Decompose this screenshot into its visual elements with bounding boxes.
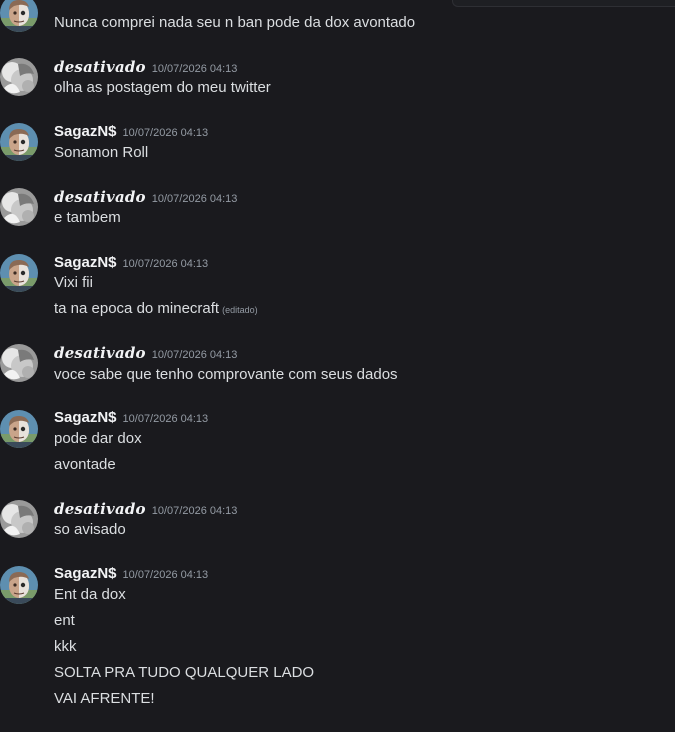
avatar-image xyxy=(0,58,38,96)
avatar[interactable] xyxy=(0,0,38,32)
message-header: SagazN$ 10/07/2026 04:13 xyxy=(54,409,208,429)
avatar[interactable] xyxy=(0,344,38,382)
message-header: desativado 10/07/2026 04:13 xyxy=(54,500,237,520)
message-text: olha as postagem do meu twitter xyxy=(54,79,271,96)
message-header: SagazN$ 10/07/2026 04:13 xyxy=(54,565,208,585)
avatar[interactable] xyxy=(0,566,38,604)
message-text: voce sabe que tenho comprovante com seus… xyxy=(54,366,398,383)
username[interactable]: SagazN$ xyxy=(54,254,117,271)
avatar-image xyxy=(0,566,38,604)
avatar[interactable] xyxy=(0,123,38,161)
edited-label: (editado) xyxy=(222,305,258,315)
username[interactable]: desativado xyxy=(54,58,146,76)
avatar-image xyxy=(0,123,38,161)
avatar[interactable] xyxy=(0,58,38,96)
timestamp: 10/07/2026 04:13 xyxy=(122,569,209,581)
avatar[interactable] xyxy=(0,410,38,448)
message-header: desativado 10/07/2026 04:13 xyxy=(54,344,237,364)
message-text: kkk xyxy=(54,638,77,655)
avatar[interactable] xyxy=(0,254,38,292)
username[interactable]: desativado xyxy=(54,188,146,206)
message-text: VAI AFRENTE! xyxy=(54,690,155,707)
timestamp: 10/07/2026 04:13 xyxy=(151,505,238,517)
message-text: Ent da dox xyxy=(54,586,126,603)
message-text: so avisado xyxy=(54,521,126,538)
username[interactable]: SagazN$ xyxy=(54,565,117,582)
top-bar xyxy=(0,0,675,8)
message-header: SagazN$ 10/07/2026 04:13 xyxy=(54,123,208,143)
message-text: ent xyxy=(54,612,75,629)
timestamp: 10/07/2026 04:13 xyxy=(122,258,209,270)
avatar-image xyxy=(0,254,38,292)
message-text: e tambem xyxy=(54,209,121,226)
username[interactable]: SagazN$ xyxy=(54,123,117,140)
avatar-image xyxy=(0,410,38,448)
avatar-image xyxy=(0,188,38,226)
avatar[interactable] xyxy=(0,188,38,226)
avatar-image xyxy=(0,344,38,382)
timestamp: 10/07/2026 04:13 xyxy=(151,349,238,361)
message-text: Vixi fii xyxy=(54,274,93,291)
avatar-image xyxy=(0,500,38,538)
username[interactable]: desativado xyxy=(54,344,146,362)
avatar-image xyxy=(0,0,38,32)
message-text: avontade xyxy=(54,456,116,473)
timestamp: 10/07/2026 04:13 xyxy=(151,63,238,75)
message-header: desativado 10/07/2026 04:13 xyxy=(54,58,237,78)
message-text: pode dar dox xyxy=(54,430,142,447)
message-text: Nunca comprei nada seu n ban pode da dox… xyxy=(54,14,416,31)
composer-edge xyxy=(452,0,675,7)
message-text-content: ta na epoca do minecraft xyxy=(54,300,220,317)
message-text: SOLTA PRA TUDO QUALQUER LADO xyxy=(54,664,315,681)
username[interactable]: desativado xyxy=(54,500,146,518)
message-header: desativado 10/07/2026 04:13 xyxy=(54,188,237,208)
timestamp: 10/07/2026 04:13 xyxy=(122,413,209,425)
username[interactable]: SagazN$ xyxy=(54,409,117,426)
timestamp: 10/07/2026 04:13 xyxy=(151,193,238,205)
message-header: SagazN$ 10/07/2026 04:13 xyxy=(54,254,208,274)
avatar[interactable] xyxy=(0,500,38,538)
message-text: Sonamon Roll xyxy=(54,144,149,161)
timestamp: 10/07/2026 04:13 xyxy=(122,127,209,139)
message-text: ta na epoca do minecraft (editado) xyxy=(54,299,258,320)
